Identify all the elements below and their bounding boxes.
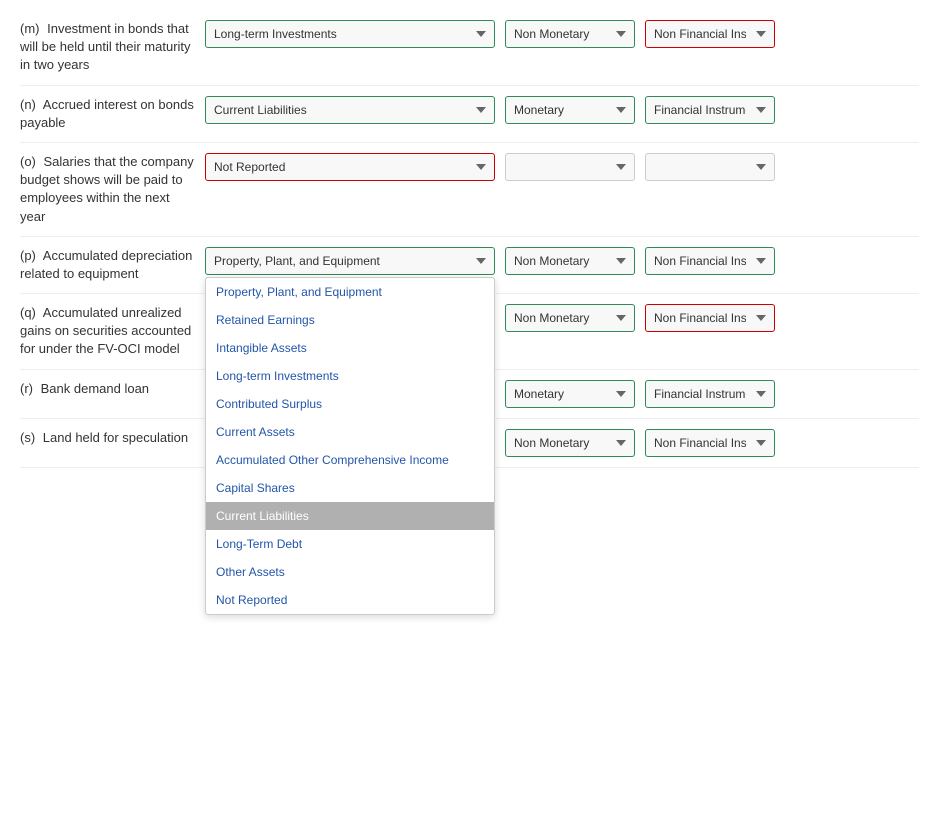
col3-wrap-m: Financial InstrumentNon Financial Instru… xyxy=(645,20,775,48)
dropdown-option-current-assets[interactable]: Current Assets xyxy=(206,418,494,446)
row-p: (p) Accumulated depreciation related to … xyxy=(20,237,919,294)
col2-wrap-s: MonetaryNon Monetary xyxy=(505,429,635,457)
col1-select-p[interactable]: Property, Plant, and EquipmentRetained E… xyxy=(205,247,495,275)
dropdowns-o: Property, Plant, and EquipmentRetained E… xyxy=(205,153,919,181)
main-table: (m) Investment in bonds that will be hel… xyxy=(20,10,919,468)
row-letter-o: (o) xyxy=(20,154,36,169)
col1-select-o[interactable]: Property, Plant, and EquipmentRetained E… xyxy=(205,153,495,181)
label-q: (q) Accumulated unrealized gains on secu… xyxy=(20,304,205,359)
dropdowns-n: Property, Plant, and EquipmentRetained E… xyxy=(205,96,919,124)
label-p: (p) Accumulated depreciation related to … xyxy=(20,247,205,283)
row-letter-p: (p) xyxy=(20,248,36,263)
col3-wrap-s: Financial InstrumentNon Financial Instru… xyxy=(645,429,775,457)
col1-wrap-m: Property, Plant, and EquipmentRetained E… xyxy=(205,20,495,48)
dropdown-option-property,-plant,-and-equipment[interactable]: Property, Plant, and Equipment xyxy=(206,278,494,306)
dropdown-option-contributed-surplus[interactable]: Contributed Surplus xyxy=(206,390,494,418)
col3-select-r[interactable]: Financial InstrumentNon Financial Instru… xyxy=(645,380,775,408)
row-letter-q: (q) xyxy=(20,305,36,320)
row-letter-m: (m) xyxy=(20,21,40,36)
col2-wrap-m: MonetaryNon Monetary xyxy=(505,20,635,48)
dropdown-overlay-p: Property, Plant, and EquipmentRetained E… xyxy=(205,277,495,615)
dropdown-option-capital-shares[interactable]: Capital Shares xyxy=(206,474,494,502)
col1-wrap-o: Property, Plant, and EquipmentRetained E… xyxy=(205,153,495,181)
dropdown-option-not-reported[interactable]: Not Reported xyxy=(206,586,494,614)
row-letter-s: (s) xyxy=(20,430,35,445)
col3-wrap-p: Financial InstrumentNon Financial Instru… xyxy=(645,247,775,275)
col2-select-m[interactable]: MonetaryNon Monetary xyxy=(505,20,635,48)
col3-wrap-o: Financial InstrumentNon Financial Instru… xyxy=(645,153,775,181)
col2-select-p[interactable]: MonetaryNon Monetary xyxy=(505,247,635,275)
label-o: (o) Salaries that the company budget sho… xyxy=(20,153,205,226)
row-letter-n: (n) xyxy=(20,97,36,112)
col3-wrap-r: Financial InstrumentNon Financial Instru… xyxy=(645,380,775,408)
label-n: (n) Accrued interest on bonds payable xyxy=(20,96,205,132)
row-m: (m) Investment in bonds that will be hel… xyxy=(20,10,919,86)
col3-wrap-q: Financial InstrumentNon Financial Instru… xyxy=(645,304,775,332)
col2-wrap-p: MonetaryNon Monetary xyxy=(505,247,635,275)
col2-wrap-r: MonetaryNon Monetary xyxy=(505,380,635,408)
col1-select-m[interactable]: Property, Plant, and EquipmentRetained E… xyxy=(205,20,495,48)
dropdowns-m: Property, Plant, and EquipmentRetained E… xyxy=(205,20,919,48)
dropdown-option-other-assets[interactable]: Other Assets xyxy=(206,558,494,586)
col2-select-o[interactable]: MonetaryNon Monetary xyxy=(505,153,635,181)
dropdown-option-long-term-investments[interactable]: Long-term Investments xyxy=(206,362,494,390)
dropdown-option-current-liabilities[interactable]: Current Liabilities xyxy=(206,502,494,530)
col1-wrap-p: Property, Plant, and EquipmentRetained E… xyxy=(205,247,495,275)
col3-select-q[interactable]: Financial InstrumentNon Financial Instru… xyxy=(645,304,775,332)
label-m: (m) Investment in bonds that will be hel… xyxy=(20,20,205,75)
col3-select-s[interactable]: Financial InstrumentNon Financial Instru… xyxy=(645,429,775,457)
row-n: (n) Accrued interest on bonds payablePro… xyxy=(20,86,919,143)
col3-select-p[interactable]: Financial InstrumentNon Financial Instru… xyxy=(645,247,775,275)
col1-wrap-n: Property, Plant, and EquipmentRetained E… xyxy=(205,96,495,124)
col3-wrap-n: Financial InstrumentNon Financial Instru… xyxy=(645,96,775,124)
col3-select-m[interactable]: Financial InstrumentNon Financial Instru… xyxy=(645,20,775,48)
row-o: (o) Salaries that the company budget sho… xyxy=(20,143,919,237)
col2-select-r[interactable]: MonetaryNon Monetary xyxy=(505,380,635,408)
col3-select-n[interactable]: Financial InstrumentNon Financial Instru… xyxy=(645,96,775,124)
dropdown-option-intangible-assets[interactable]: Intangible Assets xyxy=(206,334,494,362)
col1-select-n[interactable]: Property, Plant, and EquipmentRetained E… xyxy=(205,96,495,124)
col2-select-q[interactable]: MonetaryNon Monetary xyxy=(505,304,635,332)
dropdowns-p: Property, Plant, and EquipmentRetained E… xyxy=(205,247,919,275)
label-s: (s) Land held for speculation xyxy=(20,429,205,447)
col2-wrap-q: MonetaryNon Monetary xyxy=(505,304,635,332)
dropdown-option-long-term-debt[interactable]: Long-Term Debt xyxy=(206,530,494,558)
col2-wrap-n: MonetaryNon Monetary xyxy=(505,96,635,124)
dropdown-option-retained-earnings[interactable]: Retained Earnings xyxy=(206,306,494,334)
col2-select-s[interactable]: MonetaryNon Monetary xyxy=(505,429,635,457)
dropdown-option-accumulated-other-comprehensive-income[interactable]: Accumulated Other Comprehensive Income xyxy=(206,446,494,474)
col2-select-n[interactable]: MonetaryNon Monetary xyxy=(505,96,635,124)
row-letter-r: (r) xyxy=(20,381,33,396)
col2-wrap-o: MonetaryNon Monetary xyxy=(505,153,635,181)
col3-select-o[interactable]: Financial InstrumentNon Financial Instru… xyxy=(645,153,775,181)
label-r: (r) Bank demand loan xyxy=(20,380,205,398)
